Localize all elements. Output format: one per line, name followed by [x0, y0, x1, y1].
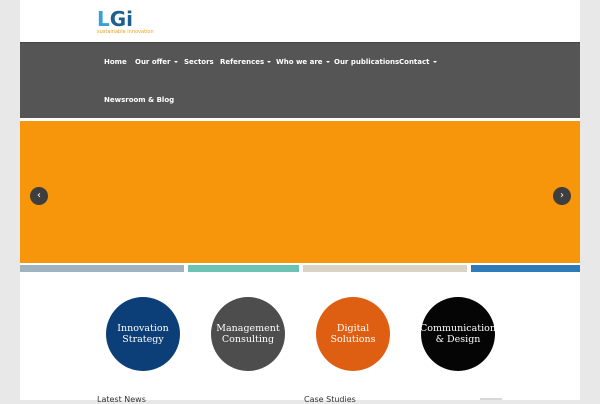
slider-next-button[interactable]: › — [553, 187, 571, 205]
main-nav: Home Our offer Sectors References Who we… — [20, 42, 580, 118]
chevron-down-icon — [173, 61, 178, 63]
slider-prev-button[interactable]: ‹ — [30, 187, 48, 205]
chevron-down-icon — [432, 61, 437, 63]
nav-item-home[interactable]: Home — [104, 58, 127, 66]
page: LGi sustainable innovation Home Our offe… — [20, 0, 580, 404]
logo[interactable]: LGi sustainable innovation — [97, 8, 167, 38]
hero-slider: ‹ › — [20, 121, 580, 263]
nav-item-our-offer[interactable]: Our offer — [135, 58, 178, 66]
slider-thumbnail[interactable] — [20, 265, 184, 272]
nav-item-who-we-are[interactable]: Who we are — [276, 58, 330, 66]
nav-item-our-publications[interactable]: Our publications — [334, 58, 399, 66]
nav-item-newsroom-blog[interactable]: Newsroom & Blog — [104, 96, 174, 104]
header: LGi sustainable innovation — [20, 0, 580, 42]
service-communication-design[interactable]: Communication & Design — [420, 297, 496, 371]
slider-thumbnail[interactable] — [303, 265, 467, 272]
chevron-right-icon: › — [560, 190, 564, 201]
logo-tagline: sustainable innovation — [97, 29, 154, 35]
service-management-consulting[interactable]: Management Consulting — [211, 297, 285, 371]
service-innovation-strategy[interactable]: Innovation Strategy — [106, 297, 180, 371]
nav-item-contact[interactable]: Contact — [399, 58, 437, 66]
chevron-down-icon — [325, 61, 330, 63]
service-digital-solutions[interactable]: Digital Solutions — [316, 297, 390, 371]
slider-thumbnails — [20, 265, 580, 272]
logo-wordmark: LGi — [97, 7, 134, 31]
slider-thumbnail[interactable] — [471, 265, 580, 272]
chevron-left-icon: ‹ — [37, 190, 41, 201]
chevron-down-icon — [267, 61, 272, 63]
nav-item-references[interactable]: References — [220, 58, 272, 66]
slider-thumbnail[interactable] — [188, 265, 299, 272]
nav-item-sectors[interactable]: Sectors — [184, 58, 214, 66]
